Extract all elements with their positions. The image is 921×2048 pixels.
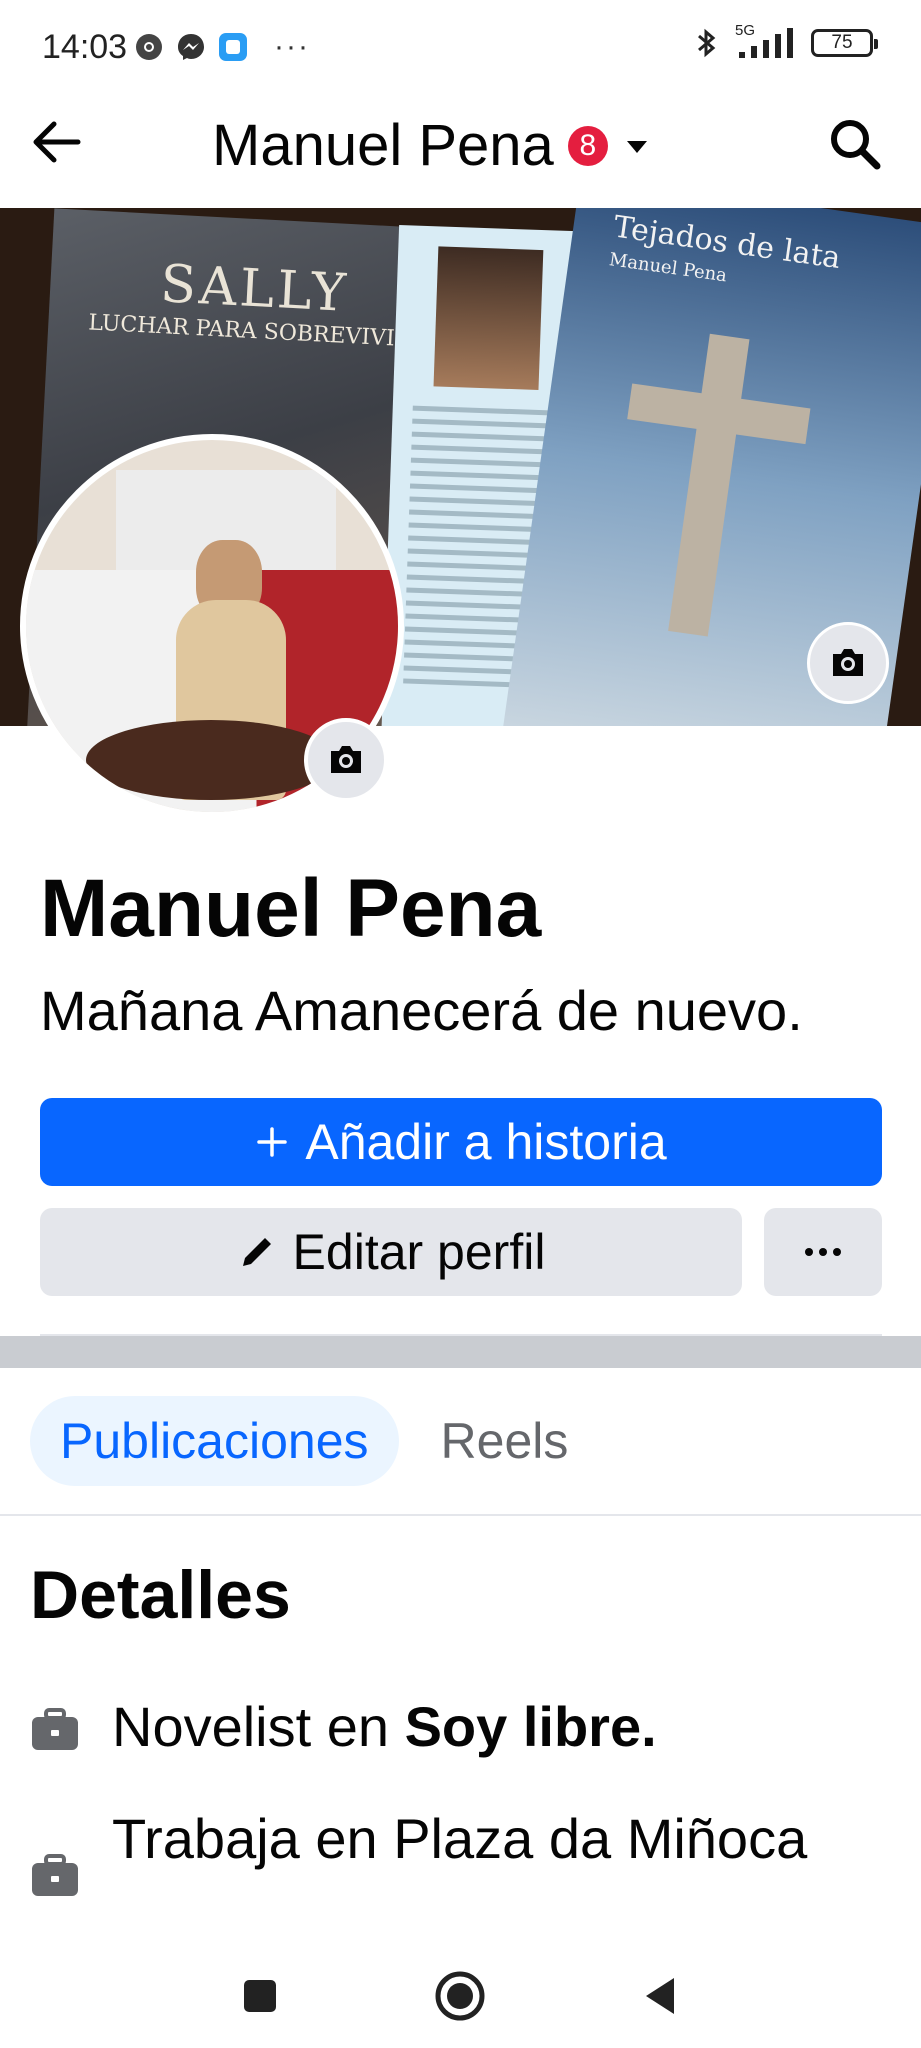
edit-profile-picture-button[interactable] — [304, 718, 388, 802]
plus-icon — [257, 1127, 288, 1157]
profile-name: Manuel Pena — [40, 863, 542, 954]
detail-text: Trabaja en Plaza da Miñoca — [112, 1807, 808, 1870]
notification-badge: 8 — [567, 125, 608, 166]
battery-indicator: 75 — [811, 29, 878, 57]
tab-reels[interactable]: Reels — [411, 1396, 599, 1486]
search-icon — [831, 120, 881, 170]
add-to-story-label: Añadir a historia — [305, 1114, 667, 1170]
stone-cross — [668, 333, 750, 637]
status-notification-icons: ··· — [134, 30, 310, 64]
more-options-button[interactable] — [764, 1208, 882, 1296]
divider — [0, 1514, 921, 1516]
briefcase-icon — [32, 1708, 78, 1750]
detail-workplace[interactable]: Soy libre. — [405, 1695, 657, 1758]
profile-header: Manuel Pena 8 — [0, 92, 921, 208]
status-system-icons: 5G 75 — [689, 22, 878, 60]
more-notifications-indicator: ··· — [274, 30, 310, 63]
profile-bio: Mañana Amanecerá de nuevo. — [40, 979, 803, 1042]
detail-item-work: Trabaja en Plaza da Miñoca — [30, 1802, 872, 1898]
recents-button[interactable] — [230, 1966, 290, 2026]
circle-home-icon — [435, 1971, 485, 2021]
signal-icon: 5G — [735, 22, 799, 60]
camera-icon — [833, 649, 863, 676]
back-button[interactable] — [28, 112, 88, 172]
detail-item-work: Novelist en Soy libre. — [30, 1690, 872, 1764]
bluetooth-icon — [698, 28, 716, 58]
details-title: Detalles — [30, 1557, 291, 1633]
camera-icon — [331, 746, 361, 773]
status-bar: 14:03 ··· 5G 75 — [0, 0, 921, 92]
account-switcher[interactable]: Manuel Pena 8 — [212, 112, 652, 179]
edit-cover-photo-button[interactable] — [807, 622, 889, 704]
pencil-icon — [242, 1238, 271, 1266]
section-separator — [0, 1336, 921, 1368]
tab-publicaciones[interactable]: Publicaciones — [30, 1396, 399, 1486]
more-dots-icon — [805, 1248, 841, 1256]
system-navigation-bar — [0, 1944, 921, 2048]
edit-profile-button[interactable]: Editar perfil — [40, 1208, 742, 1296]
triangle-back-icon — [646, 1978, 674, 2014]
chrome-icon — [136, 34, 162, 60]
caret-down-icon — [626, 140, 647, 153]
search-button[interactable] — [827, 116, 883, 172]
square-icon — [244, 1980, 276, 2012]
author-photo — [433, 246, 544, 390]
messenger-icon — [178, 34, 204, 60]
add-to-story-button[interactable]: Añadir a historia — [40, 1098, 882, 1186]
network-type-label: 5G — [735, 22, 756, 39]
system-back-button[interactable] — [630, 1966, 690, 2026]
briefcase-icon — [32, 1854, 78, 1896]
arrow-left-icon — [33, 121, 81, 163]
battery-level: 75 — [831, 32, 853, 53]
header-title: Manuel Pena — [212, 113, 554, 178]
detail-prefix: Novelist en — [112, 1695, 405, 1758]
book-left-title: SALLY — [159, 254, 351, 324]
app-icon — [219, 33, 247, 61]
home-button[interactable] — [430, 1966, 490, 2026]
profile-tabs: Publicaciones Reels — [30, 1396, 598, 1486]
status-time: 14:03 — [42, 28, 128, 66]
detail-text: Novelist en Soy libre. — [112, 1690, 872, 1764]
edit-profile-label: Editar perfil — [292, 1224, 546, 1280]
